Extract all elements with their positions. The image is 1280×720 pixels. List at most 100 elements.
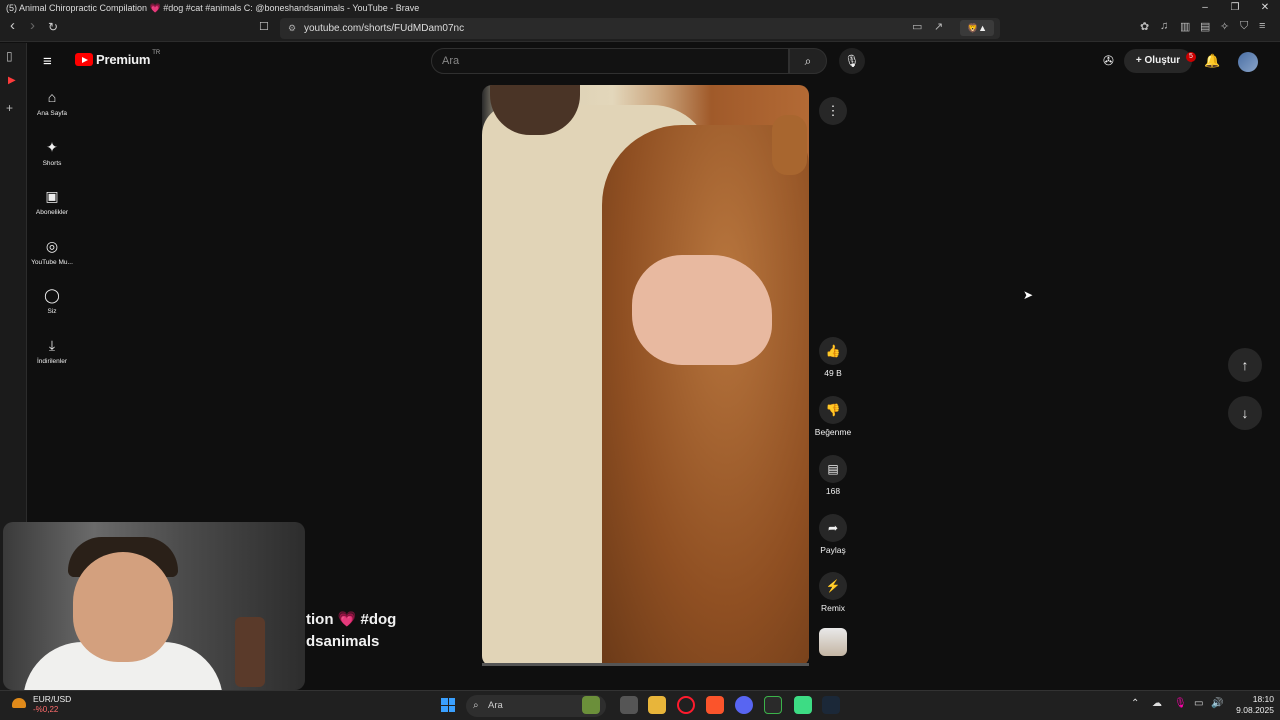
clock-date: 9.08.2025 bbox=[1236, 705, 1274, 715]
share-arrow-icon: ➦ bbox=[819, 514, 847, 542]
webcam-overlay bbox=[3, 522, 305, 690]
youtube-music-icon: ◎ bbox=[45, 237, 59, 254]
share-icon[interactable]: ↗ bbox=[934, 20, 943, 33]
file-explorer-icon[interactable] bbox=[648, 696, 666, 714]
video-frame-hand bbox=[632, 255, 772, 365]
discord-icon[interactable] bbox=[735, 696, 753, 714]
like-count: 49 B bbox=[824, 368, 842, 378]
sidebar-panel-icon[interactable]: ▯ bbox=[6, 49, 13, 63]
extensions-icon[interactable]: ✿ bbox=[1140, 20, 1149, 33]
steam-icon[interactable] bbox=[822, 696, 840, 714]
onedrive-icon[interactable]: ☁ bbox=[1152, 698, 1162, 709]
remix-icon: ⚡ bbox=[819, 572, 847, 600]
bookmark-icon[interactable]: ☐ bbox=[259, 20, 269, 33]
windows-start-icon[interactable] bbox=[441, 698, 455, 712]
forward-button[interactable]: › bbox=[30, 17, 35, 34]
share-label: Paylaş bbox=[820, 545, 846, 555]
volume-icon[interactable]: 🔊 bbox=[1211, 698, 1223, 709]
mic-icon: 🎙 bbox=[844, 54, 860, 68]
youtube-logo[interactable]: Premium TR bbox=[75, 50, 160, 67]
more-options-button[interactable]: ⋮ bbox=[819, 97, 847, 125]
youtube-pin-icon[interactable]: ▶ bbox=[8, 75, 16, 86]
search-input[interactable]: Ara bbox=[431, 48, 789, 74]
vpn-icon[interactable]: ⛉ bbox=[1240, 20, 1248, 33]
youtube-header: ≡ Premium TR Ara ⌕ 🎙 ✇ + Oluştur 🔔 bbox=[27, 43, 1280, 79]
youtube-play-icon bbox=[75, 53, 93, 66]
comments-button[interactable]: ▤ 168 bbox=[813, 455, 853, 496]
voice-search-button[interactable]: 🎙 bbox=[839, 48, 865, 74]
downloads-icon: ⤓ bbox=[48, 336, 56, 353]
task-view-icon[interactable] bbox=[620, 696, 638, 714]
logo-text: Premium bbox=[96, 52, 151, 67]
media-player-icon[interactable] bbox=[764, 696, 782, 714]
dislike-button[interactable]: 👎 Beğenme bbox=[813, 396, 853, 437]
nav-item-shorts[interactable]: ✦ Shorts bbox=[27, 137, 77, 187]
site-info-icon[interactable]: ⚙ bbox=[288, 18, 296, 39]
arrow-up-icon: ↑ bbox=[1241, 357, 1249, 373]
windows-taskbar: EUR/USD -%0,22 ⌕ Ara ⌃ ☁ 🎙 ▭ 🔊 18:10 9.0… bbox=[0, 690, 1280, 720]
create-button[interactable]: + Oluştur bbox=[1124, 49, 1192, 73]
you-icon: ◯ bbox=[44, 287, 60, 303]
search-button[interactable]: ⌕ bbox=[789, 48, 827, 74]
thumbs-up-icon: 👍 bbox=[819, 337, 847, 365]
arrow-down-icon: ↓ bbox=[1241, 405, 1249, 421]
wallet-icon[interactable]: ▤ bbox=[1200, 20, 1210, 33]
shorts-icon: ✦ bbox=[46, 138, 58, 155]
game-app-icon[interactable] bbox=[582, 696, 600, 714]
back-button[interactable]: ‹ bbox=[10, 17, 15, 34]
mouse-cursor-icon: ➤ bbox=[1023, 288, 1034, 302]
nav-item-subscriptions[interactable]: ▣ Abonelikler bbox=[27, 186, 77, 236]
comment-icon: ▤ bbox=[819, 455, 847, 483]
nav-item-downloads[interactable]: ⤓ İndirilenler bbox=[27, 335, 77, 385]
remix-button[interactable]: ⚡ Remix bbox=[813, 572, 853, 613]
close-window-button[interactable]: ✕ bbox=[1250, 0, 1280, 16]
address-bar[interactable]: ⚙ youtube.com/shorts/FUdMDam07nc bbox=[280, 18, 1000, 39]
left-nav: ⌂ Ana Sayfa ✦ Shorts ▣ Abonelikler ◎ You… bbox=[27, 87, 77, 384]
media-icon[interactable]: ♫ bbox=[1160, 20, 1168, 32]
add-icon[interactable]: + bbox=[6, 101, 13, 115]
shorts-video-player[interactable] bbox=[482, 85, 809, 666]
nav-label: Siz bbox=[47, 308, 57, 315]
previous-short-button[interactable]: ↑ bbox=[1228, 348, 1262, 382]
share-button[interactable]: ➦ Paylaş bbox=[813, 514, 853, 555]
cast-icon[interactable]: ▭ bbox=[912, 20, 922, 33]
subscriptions-icon: ▣ bbox=[45, 188, 59, 204]
minimize-button[interactable]: – bbox=[1190, 0, 1220, 16]
tray-overflow-icon[interactable]: ⌃ bbox=[1131, 698, 1139, 709]
opera-icon[interactable] bbox=[677, 696, 695, 714]
android-app-icon[interactable] bbox=[794, 696, 812, 714]
leo-ai-icon[interactable]: ✧ bbox=[1220, 20, 1229, 33]
webcam-background-lamp bbox=[235, 617, 265, 687]
window-title: (5) Animal Chiropractic Compilation 💗 #d… bbox=[6, 3, 420, 13]
nav-item-youtube-music[interactable]: ◎ YouTube Mu... bbox=[27, 236, 77, 286]
menu-icon[interactable]: ≡ bbox=[1259, 20, 1265, 32]
hamburger-menu-icon[interactable]: ≡ bbox=[43, 53, 52, 70]
brave-shields-icon[interactable]: 🦁▲ bbox=[960, 20, 994, 36]
more-vert-icon: ⋮ bbox=[826, 103, 840, 118]
nav-label: Ana Sayfa bbox=[37, 110, 67, 117]
like-button[interactable]: 👍 49 B bbox=[813, 337, 853, 378]
taskbar-clock[interactable]: 18:10 9.08.2025 bbox=[1230, 694, 1274, 716]
upload-icon[interactable]: ✇ bbox=[1103, 53, 1114, 69]
video-frame-dog bbox=[602, 125, 809, 666]
nav-label: İndirilenler bbox=[37, 357, 67, 365]
microphone-tray-icon[interactable]: 🎙 bbox=[1174, 698, 1187, 709]
home-icon: ⌂ bbox=[47, 89, 57, 105]
search-icon: ⌕ bbox=[804, 54, 812, 68]
sidebar-toggle-icon[interactable]: ▥ bbox=[1180, 20, 1190, 33]
restore-button[interactable]: ❐ bbox=[1220, 0, 1250, 16]
webcam-face bbox=[73, 552, 173, 662]
brave-browser-icon[interactable] bbox=[706, 696, 724, 714]
next-short-button[interactable]: ↓ bbox=[1228, 396, 1262, 430]
avatar[interactable] bbox=[1238, 52, 1258, 72]
video-progress-bar[interactable] bbox=[482, 663, 809, 666]
window-titlebar: (5) Animal Chiropractic Compilation 💗 #d… bbox=[0, 0, 1280, 16]
short-title-line2: dsanimals bbox=[306, 633, 380, 650]
reload-button[interactable]: ↻ bbox=[48, 20, 58, 34]
display-icon[interactable]: ▭ bbox=[1194, 698, 1203, 709]
nav-item-you[interactable]: ◯ Siz bbox=[27, 285, 77, 335]
clock-time: 18:10 bbox=[1252, 694, 1274, 704]
nav-item-home[interactable]: ⌂ Ana Sayfa bbox=[27, 87, 77, 137]
channel-avatar[interactable] bbox=[819, 628, 847, 656]
notifications-icon[interactable]: 🔔 bbox=[1204, 53, 1220, 69]
